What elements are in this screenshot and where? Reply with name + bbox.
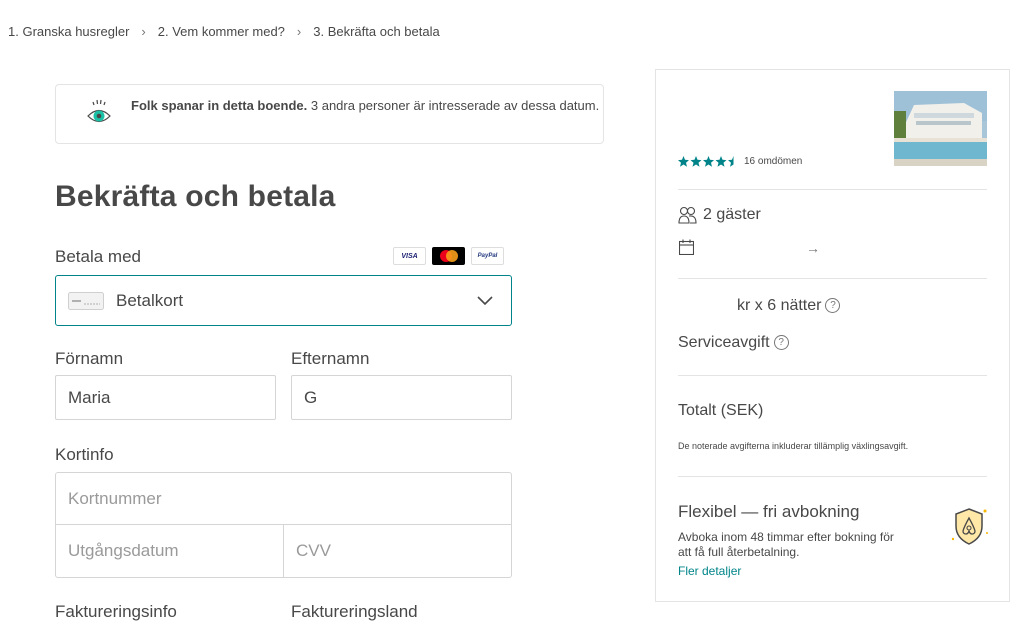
notice-body: 3 andra personer är intresserade av dess…: [310, 98, 600, 113]
card-icon: [68, 291, 104, 310]
price-line: kr x 6 nätter?: [737, 297, 841, 315]
more-details-link[interactable]: Fler detaljer: [678, 564, 741, 578]
expiry-field[interactable]: Utgångsdatum: [55, 524, 284, 578]
guests-icon: [678, 206, 697, 224]
first-name-label: Förnamn: [55, 349, 124, 368]
card-info-label: Kortinfo: [55, 445, 114, 464]
last-name-field[interactable]: G: [291, 375, 512, 420]
breadcrumb-step-2[interactable]: 2. Vem kommer med?: [158, 24, 285, 39]
card-number-field[interactable]: Kortnummer: [55, 472, 512, 525]
service-fee-label: Serviceavgift: [678, 334, 770, 351]
billing-info-label: Faktureringsinfo: [55, 602, 177, 621]
help-icon[interactable]: ?: [773, 335, 789, 351]
visa-logo: VISA: [393, 247, 426, 265]
chevron-right-icon: ›: [141, 24, 146, 39]
guests-row: 2 gäster: [678, 206, 761, 224]
paypal-logo: PayPal: [471, 247, 504, 265]
divider: [678, 189, 987, 190]
first-name-value: Maria: [68, 387, 111, 407]
page-title: Bekräfta och betala: [55, 180, 336, 213]
card-logos: VISA PayPal: [393, 247, 504, 265]
payment-method-value: Betalkort: [116, 290, 184, 310]
divider: [678, 375, 987, 376]
notice-bold: Folk spanar in detta boende.: [131, 98, 308, 113]
help-icon[interactable]: ?: [825, 298, 841, 314]
flex-title: Flexibel — fri avbokning: [678, 502, 860, 521]
date-arrow: →: [806, 240, 820, 256]
last-name-value: G: [304, 387, 318, 407]
flex-text: Avboka inom 48 timmar efter bokning för …: [678, 530, 894, 559]
service-fee-row: Serviceavgift?: [678, 334, 789, 352]
eye-icon: [87, 99, 111, 123]
chevron-down-icon: [477, 295, 493, 305]
mastercard-logo: [432, 247, 465, 265]
calendar-icon: [679, 239, 694, 255]
payment-method-select[interactable]: Betalkort: [55, 275, 512, 326]
billing-country-label: Faktureringsland: [291, 602, 418, 621]
pay-with-label: Betala med: [55, 247, 141, 266]
price-line-text: kr x 6 nätter: [737, 297, 822, 314]
shield-icon: [951, 508, 988, 545]
rating: 16 omdömen: [678, 156, 802, 167]
breadcrumb-step-1[interactable]: 1. Granska husregler: [8, 24, 129, 39]
review-count[interactable]: 16 omdömen: [744, 156, 802, 167]
guest-count: 2 gäster: [703, 206, 761, 223]
first-name-field[interactable]: Maria: [55, 375, 276, 420]
notice-text: Folk spanar in detta boende. 3 andra per…: [131, 97, 601, 114]
divider: [678, 278, 987, 279]
expiry-placeholder: Utgångsdatum: [68, 541, 179, 560]
breadcrumb: 1. Granska husregler › 2. Vem kommer med…: [8, 24, 440, 39]
divider: [678, 476, 987, 477]
fee-note: De noterade avgifterna inkluderar tilläm…: [678, 441, 909, 451]
interest-notice: Folk spanar in detta boende. 3 andra per…: [55, 84, 604, 144]
listing-photo[interactable]: [894, 91, 987, 166]
total-label: Totalt (SEK): [678, 402, 764, 419]
breadcrumb-step-3: 3. Bekräfta och betala: [313, 24, 440, 39]
star-rating-icon: [678, 156, 734, 167]
card-number-placeholder: Kortnummer: [68, 488, 162, 508]
last-name-label: Efternamn: [291, 349, 370, 368]
cvv-field[interactable]: CVV: [283, 524, 512, 578]
chevron-right-icon: ›: [296, 24, 302, 39]
cvv-placeholder: CVV: [296, 541, 331, 560]
